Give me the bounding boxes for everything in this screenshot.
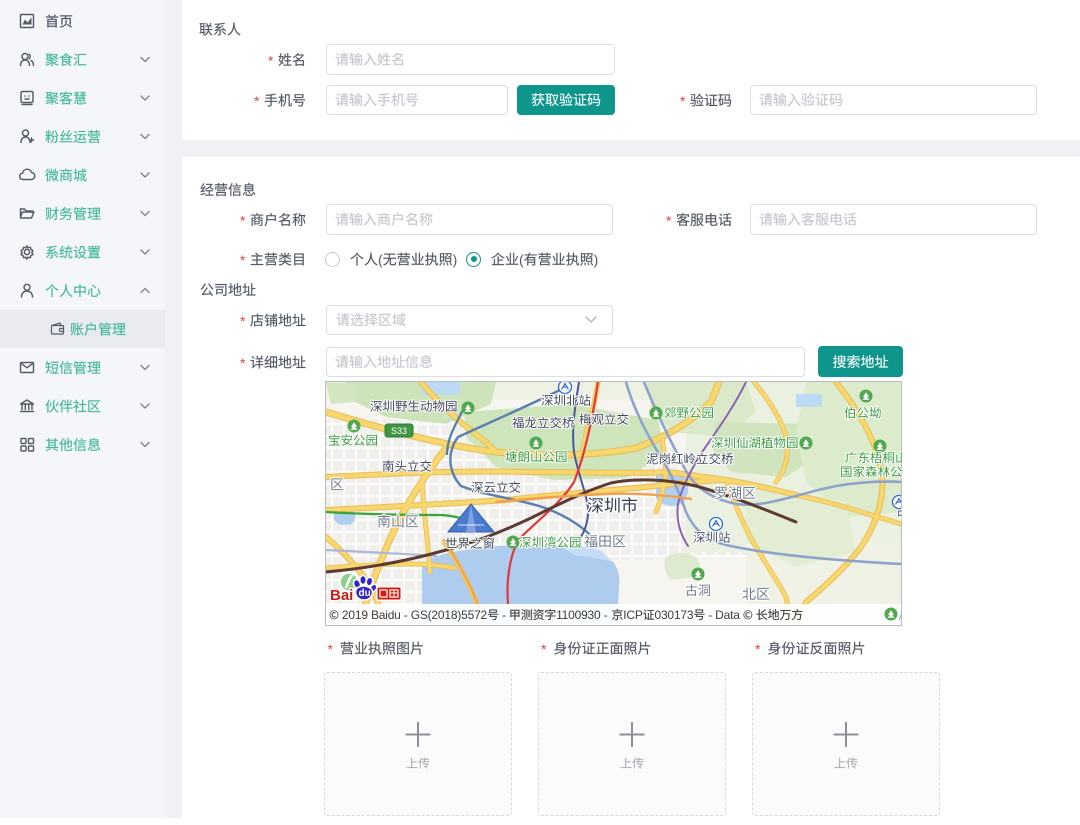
svg-text:S33: S33 (391, 426, 407, 436)
svg-text:Bai: Bai (330, 587, 353, 604)
svg-text:du: du (359, 588, 371, 599)
